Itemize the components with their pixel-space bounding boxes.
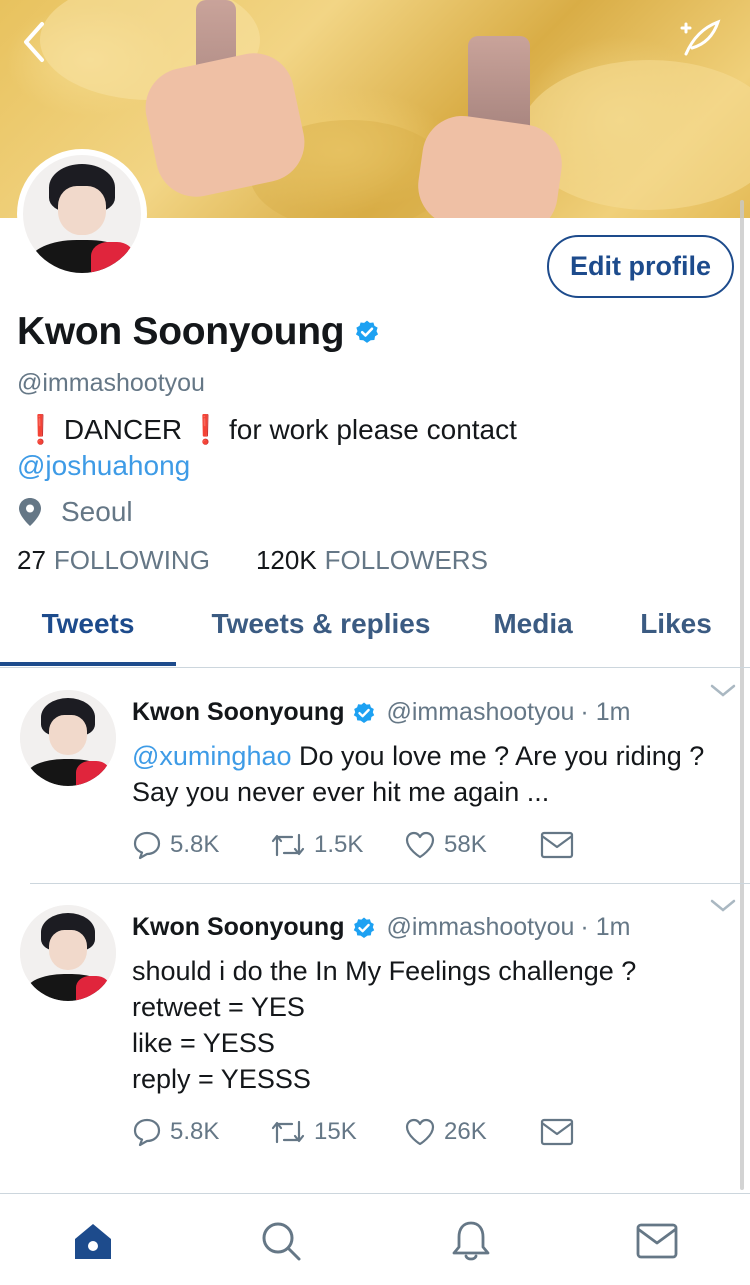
tweet-actions: 5.8K 15K 26K	[132, 1117, 574, 1147]
back-button[interactable]	[14, 18, 54, 66]
profile-stats: 27 FOLLOWING 120K FOLLOWERS	[17, 545, 534, 576]
location-text: Seoul	[61, 496, 133, 527]
chevron-left-icon	[24, 22, 44, 62]
dm-button[interactable]	[540, 1118, 574, 1146]
tab-tweets-replies[interactable]: Tweets & replies	[190, 590, 452, 668]
tweet-time: · 1m	[580, 698, 631, 726]
like-count: 26K	[444, 1118, 487, 1145]
reply-bubble-icon	[133, 1118, 161, 1147]
reply-bubble-icon	[133, 831, 161, 860]
tweet-author-name[interactable]: Kwon Soonyoung	[132, 698, 344, 727]
chevron-down-icon[interactable]	[710, 899, 736, 913]
followers-label: FOLLOWERS	[324, 545, 488, 575]
nav-search[interactable]	[256, 1216, 306, 1266]
following-count: 27	[17, 545, 46, 575]
profile-bio: ❗ DANCER ❗ for work please contact @joshuah…	[17, 412, 717, 484]
verified-badge-icon	[354, 917, 375, 938]
tweet-mention-link[interactable]: @xuminghao	[132, 741, 292, 771]
like-button[interactable]: 26K	[404, 1117, 540, 1147]
tweet-avatar[interactable]	[20, 690, 116, 786]
exclamation-icon: ❗	[188, 414, 223, 445]
tweet-line: retweet = YES	[132, 992, 305, 1022]
compose-button[interactable]	[678, 16, 724, 62]
tab-tweets[interactable]: Tweets	[0, 590, 176, 668]
bio-word: DANCER	[63, 414, 183, 445]
profile-tabs: Tweets Tweets & replies Media Likes	[0, 590, 750, 668]
tweet-avatar[interactable]	[20, 905, 116, 1001]
tweet-divider	[30, 883, 750, 884]
envelope-icon	[540, 831, 574, 859]
dm-button[interactable]	[540, 831, 574, 859]
retweet-button[interactable]: 1.5K	[270, 831, 404, 859]
reply-button[interactable]: 5.8K	[132, 1117, 270, 1147]
retweet-icon	[271, 1120, 305, 1144]
reply-count: 5.8K	[170, 831, 220, 858]
profile-location: Seoul	[17, 496, 133, 528]
tweet-text: should i do the In My Feelings challenge…	[132, 953, 722, 1097]
tweet-header: Kwon Soonyoung @immashootyou · 1m	[132, 698, 630, 727]
tweet-author-handle: @immashootyou	[386, 698, 575, 726]
tab-media[interactable]: Media	[472, 590, 594, 668]
profile-avatar[interactable]	[17, 149, 147, 279]
active-tab-indicator	[0, 662, 176, 666]
verified-badge-icon	[356, 320, 379, 343]
like-button[interactable]: 58K	[404, 830, 540, 860]
profile-name-text: Kwon Soonyoung	[17, 310, 345, 353]
reply-button[interactable]: 5.8K	[132, 830, 270, 860]
edit-profile-button[interactable]: Edit profile	[547, 235, 734, 298]
tweet-line: like = YESS	[132, 1028, 275, 1058]
tweet-header: Kwon Soonyoung @immashootyou · 1m	[132, 913, 630, 942]
retweet-count: 15K	[314, 1118, 357, 1145]
profile-handle: @immashootyou	[17, 369, 205, 397]
tweet-text: @xuminghao Do you love me ? Are you ridi…	[132, 738, 722, 810]
retweet-count: 1.5K	[314, 831, 364, 858]
tweet-author-handle: @immashootyou	[386, 913, 575, 941]
retweet-icon	[271, 833, 305, 857]
reply-count: 5.8K	[170, 1118, 220, 1145]
mail-icon	[636, 1223, 678, 1259]
compose-feather-icon	[680, 19, 721, 56]
exclamation-icon: ❗	[23, 414, 58, 445]
envelope-icon	[540, 1118, 574, 1146]
bio-text: for work please contact	[228, 414, 517, 445]
verified-badge-icon	[354, 702, 375, 723]
followers-count: 120K	[255, 545, 317, 575]
nav-messages[interactable]	[632, 1216, 682, 1266]
retweet-button[interactable]: 15K	[270, 1118, 404, 1146]
tweet-line: should i do the In My Feelings challenge…	[132, 956, 637, 986]
nav-home[interactable]	[68, 1216, 118, 1266]
following-stat[interactable]: 27 FOLLOWING	[17, 545, 210, 576]
bio-mention-link[interactable]: @joshuahong	[17, 450, 190, 481]
tweet-actions: 5.8K 1.5K 58K	[132, 830, 574, 860]
tweet-author-name[interactable]: Kwon Soonyoung	[132, 913, 344, 942]
profile-name: Kwon Soonyoung	[17, 310, 380, 354]
heart-icon	[405, 1118, 435, 1146]
heart-icon	[405, 831, 435, 859]
tweet-time: · 1m	[580, 913, 631, 941]
tab-likes[interactable]: Likes	[620, 590, 732, 668]
search-icon	[262, 1222, 301, 1261]
following-label: FOLLOWING	[53, 545, 210, 575]
scrollbar[interactable]	[740, 200, 744, 1190]
nav-notifications[interactable]	[446, 1216, 496, 1266]
like-count: 58K	[444, 831, 487, 858]
bell-icon	[452, 1221, 490, 1261]
home-icon	[75, 1224, 111, 1259]
location-pin-icon	[19, 498, 41, 526]
chevron-down-icon[interactable]	[710, 684, 736, 698]
followers-stat[interactable]: 120K FOLLOWERS	[256, 545, 488, 576]
tweet-line: reply = YESSS	[132, 1064, 311, 1094]
avatar-image	[23, 155, 141, 273]
bottom-navigation	[0, 1193, 750, 1285]
